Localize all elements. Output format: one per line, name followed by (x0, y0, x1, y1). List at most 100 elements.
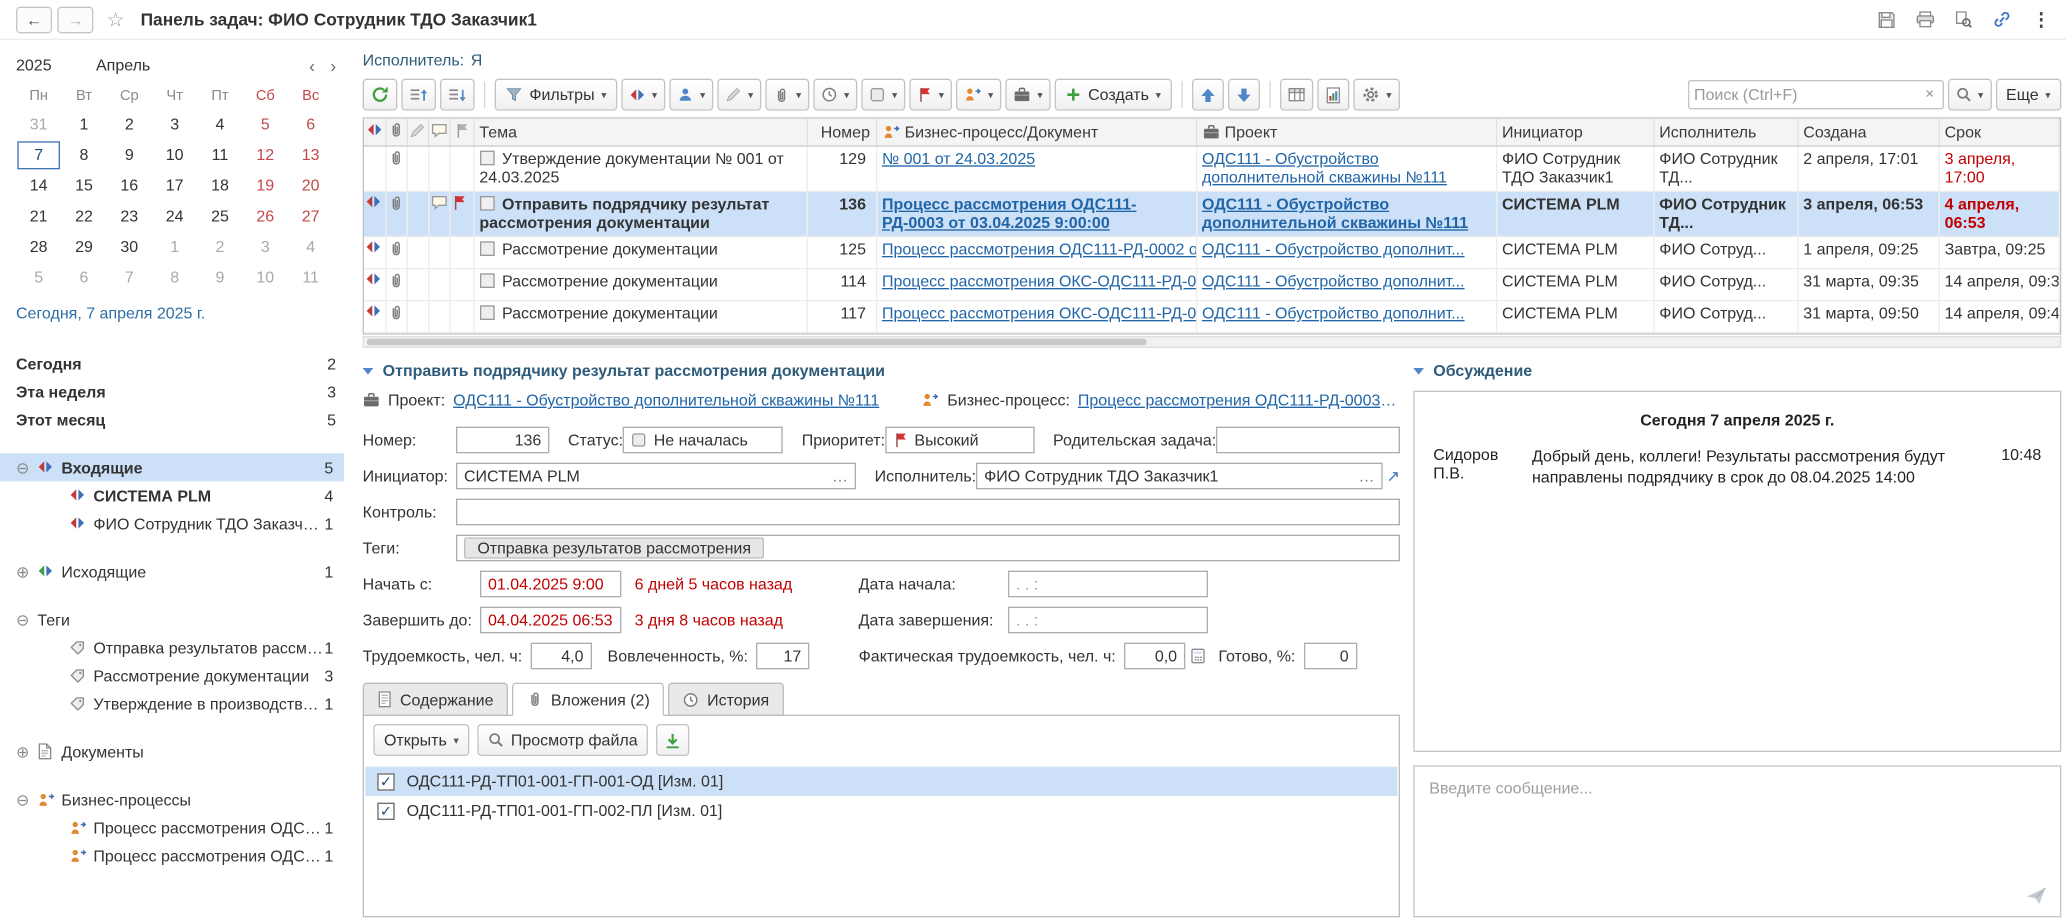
calendar-day[interactable]: 3 (152, 109, 197, 140)
search-button[interactable]: ▾ (1947, 79, 1991, 111)
project-link[interactable]: ОДС111 - Обустройство дополнит... (1202, 272, 1465, 291)
calendar-day[interactable]: 28 (16, 232, 61, 263)
quick-filter-this-month[interactable]: Этот месяц5 (16, 405, 344, 433)
column-due[interactable]: Срок (1939, 119, 2060, 146)
sidebar-item-tag-rassmotrenie[interactable]: Рассмотрение документации3 (16, 661, 344, 689)
sidebar-item-bp-1[interactable]: Процесс рассмотрения ОДС1...1 (16, 813, 344, 841)
sidebar-item-sistema-plm[interactable]: СИСТЕМА PLM4 (16, 481, 344, 509)
row-checkbox[interactable] (479, 273, 494, 288)
calendar-day[interactable]: 20 (288, 171, 333, 202)
tab-attachments[interactable]: Вложения (2) (512, 683, 664, 716)
calendar-day[interactable]: 22 (61, 201, 106, 232)
calendar-day[interactable]: 9 (197, 263, 242, 294)
open-object-icon[interactable]: ↗ (1387, 467, 1400, 486)
column-edit[interactable] (407, 119, 428, 146)
sidebar-item-fio-sotrudnik[interactable]: ФИО Сотрудник ТДО Заказчик11 (16, 509, 344, 537)
number-field[interactable]: 136 (456, 427, 549, 454)
save-icon[interactable] (1877, 10, 1896, 29)
status-field[interactable]: Не началась (623, 427, 783, 454)
calendar-day[interactable]: 6 (61, 263, 106, 294)
collapse-chevron-icon[interactable] (1413, 367, 1424, 374)
project-link[interactable]: ОДС111 - Обустройство дополнительной скв… (1202, 195, 1468, 232)
project-filter-button[interactable]: ▾ (1005, 79, 1050, 111)
table-row[interactable]: Утверждение документации № 001 от 24.03.… (364, 146, 2059, 191)
calendar-year[interactable]: 2025 (16, 56, 80, 75)
table-row[interactable]: Рассмотрение документации117Процесс расс… (364, 301, 2059, 333)
attachment-checkbox[interactable]: ✓ (377, 773, 394, 790)
calendar-day[interactable]: 21 (16, 201, 61, 232)
more-button[interactable]: Еще▾ (1995, 79, 2061, 111)
column-executor[interactable]: Исполнитель (1653, 119, 1797, 146)
executor-filter-button[interactable]: ▾ (669, 79, 713, 111)
calendar-day[interactable]: 26 (243, 201, 288, 232)
document-link[interactable]: № 001 от 24.03.2025 (882, 149, 1035, 168)
calendar-day[interactable]: 8 (61, 140, 106, 171)
choose-icon[interactable]: … (832, 467, 848, 486)
table-row[interactable]: Рассмотрение документации114Процесс расс… (364, 269, 2059, 301)
actual-finish-field[interactable]: . . : (1008, 607, 1208, 634)
attachment-row[interactable]: ✓ОДС111-РД-ТП01-001-ГП-001-ОД [Изм. 01] (365, 767, 1397, 796)
calendar-day[interactable]: 27 (288, 201, 333, 232)
tab-history[interactable]: История (668, 683, 783, 716)
business-process-filter-button[interactable]: ▾ (956, 79, 1001, 111)
project-link[interactable]: ОДС111 - Обустройство дополнительной скв… (1202, 149, 1447, 186)
calendar-day[interactable]: 9 (107, 140, 152, 171)
calendar-day[interactable]: 7 (16, 140, 61, 171)
parent-task-field[interactable] (1216, 427, 1400, 454)
calendar-day[interactable]: 4 (288, 232, 333, 263)
actual-start-field[interactable]: . . : (1008, 571, 1208, 598)
column-attachment[interactable] (385, 119, 406, 146)
calendar-day[interactable]: 2 (197, 232, 242, 263)
attachment-filter-button[interactable]: ▾ (765, 79, 809, 111)
calendar-day[interactable]: 7 (107, 263, 152, 294)
today-link[interactable]: Сегодня, 7 апреля 2025 г. (16, 304, 344, 323)
calendar-next-button[interactable]: › (323, 55, 344, 75)
expand-icon[interactable]: ⊕ (16, 562, 37, 581)
discussion-title-row[interactable]: Обсуждение (1413, 359, 2061, 383)
calendar-day[interactable]: 18 (197, 171, 242, 202)
column-project[interactable]: Проект (1196, 119, 1496, 146)
calendar-day[interactable]: 6 (288, 109, 333, 140)
row-checkbox[interactable] (479, 196, 494, 211)
calendar-day[interactable]: 8 (152, 263, 197, 294)
column-flag[interactable] (449, 119, 473, 146)
sidebar-item-tags[interactable]: ⊖Теги (16, 605, 344, 633)
collapse-icon[interactable]: ⊖ (16, 610, 37, 629)
involvement-field[interactable]: 17 (756, 643, 809, 670)
calendar-day[interactable]: 5 (243, 109, 288, 140)
column-task-icon[interactable] (364, 119, 385, 146)
column-number[interactable]: Номер (807, 119, 876, 146)
status-filter-button[interactable]: ▾ (861, 79, 905, 111)
row-checkbox[interactable] (479, 305, 494, 320)
settings-button[interactable]: ▾ (1353, 79, 1400, 111)
calendar-day[interactable]: 1 (152, 232, 197, 263)
quick-filter-this-week[interactable]: Эта неделя3 (16, 377, 344, 405)
business-process-link[interactable]: Процесс рассмотрения ОДС111-РД-0003 от 0… (1078, 391, 1400, 410)
quick-filter-today[interactable]: Сегодня2 (16, 349, 344, 377)
calendar-day[interactable]: 23 (107, 201, 152, 232)
edit-filter-button[interactable]: ▾ (717, 79, 761, 111)
calendar-day[interactable]: 11 (288, 263, 333, 294)
forward-button[interactable]: → (57, 6, 93, 33)
calendar-day[interactable]: 2 (107, 109, 152, 140)
attachment-checkbox[interactable]: ✓ (377, 802, 394, 819)
start-date-field[interactable]: 01.04.2025 9:00 (480, 571, 621, 598)
view-file-button[interactable]: Просмотр файла (478, 724, 649, 756)
calendar-day[interactable]: 3 (243, 232, 288, 263)
calendar-day[interactable]: 13 (288, 140, 333, 171)
table-row[interactable]: Рассмотрение документации125Процесс расс… (364, 237, 2059, 269)
favorite-star-icon[interactable]: ☆ (107, 7, 125, 31)
collapse-chevron-icon[interactable] (363, 367, 374, 374)
calendar-day[interactable]: 4 (197, 109, 242, 140)
calendar-day[interactable]: 5 (16, 263, 61, 294)
filters-button[interactable]: Фильтры▾ (495, 79, 618, 111)
project-link[interactable]: ОДС111 - Обустройство дополнит... (1202, 240, 1465, 259)
calendar-prev-button[interactable]: ‹ (301, 55, 322, 75)
sidebar-item-tag-utverzhdenie[interactable]: Утверждение в производство ...1 (16, 689, 344, 717)
sidebar-item-bp-2[interactable]: Процесс рассмотрения ОДС11...1 (16, 841, 344, 869)
priority-field[interactable]: Высокий (885, 427, 1034, 454)
document-link[interactable]: Процесс рассмотрения ОКС-ОДС111-РД-01... (882, 304, 1196, 323)
ready-field[interactable]: 0 (1303, 643, 1356, 670)
calendar-day[interactable]: 30 (107, 232, 152, 263)
calculator-icon[interactable] (1190, 648, 1205, 664)
